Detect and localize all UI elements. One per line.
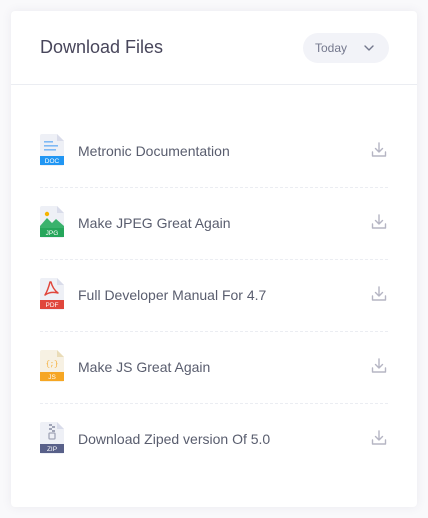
file-type-label: ZIP <box>47 446 57 453</box>
download-icon[interactable] <box>370 141 388 159</box>
file-row: {;} JS Make JS Great Again <box>40 332 388 404</box>
file-type-label: PDF <box>46 302 59 309</box>
chevron-down-icon <box>364 45 374 51</box>
date-filter-dropdown[interactable]: Today <box>303 33 389 63</box>
download-files-card: Download Files Today DOC Metronic Docume… <box>11 11 417 507</box>
file-row: ZIP Download Ziped version Of 5.0 <box>40 404 388 476</box>
file-type-label: JS <box>48 374 56 381</box>
js-file-icon: {;} JS <box>40 350 64 382</box>
jpg-file-icon: JPG <box>40 206 64 238</box>
file-list: DOC Metronic Documentation JPG Make JPEG… <box>40 116 388 476</box>
date-filter-label: Today <box>315 41 348 55</box>
file-type-label: DOC <box>45 158 60 165</box>
download-icon[interactable] <box>370 357 388 375</box>
download-icon[interactable] <box>370 213 388 231</box>
file-row: JPG Make JPEG Great Again <box>40 188 388 260</box>
card-header: Download Files Today <box>11 11 417 85</box>
svg-text:{;}: {;} <box>46 361 59 369</box>
download-icon[interactable] <box>370 429 388 447</box>
file-link[interactable]: Make JS Great Again <box>78 359 210 375</box>
card-title: Download Files <box>40 37 164 57</box>
file-row: PDF Full Developer Manual For 4.7 <box>40 260 388 332</box>
file-link[interactable]: Download Ziped version Of 5.0 <box>78 431 270 447</box>
file-link[interactable]: Metronic Documentation <box>78 143 230 159</box>
zip-file-icon: ZIP <box>40 422 64 454</box>
file-link[interactable]: Make JPEG Great Again <box>78 215 231 231</box>
download-icon[interactable] <box>370 285 388 303</box>
file-link[interactable]: Full Developer Manual For 4.7 <box>78 287 266 303</box>
pdf-file-icon: PDF <box>40 278 64 310</box>
doc-file-icon: DOC <box>40 134 64 166</box>
file-type-label: JPG <box>46 230 59 237</box>
file-row: DOC Metronic Documentation <box>40 116 388 188</box>
